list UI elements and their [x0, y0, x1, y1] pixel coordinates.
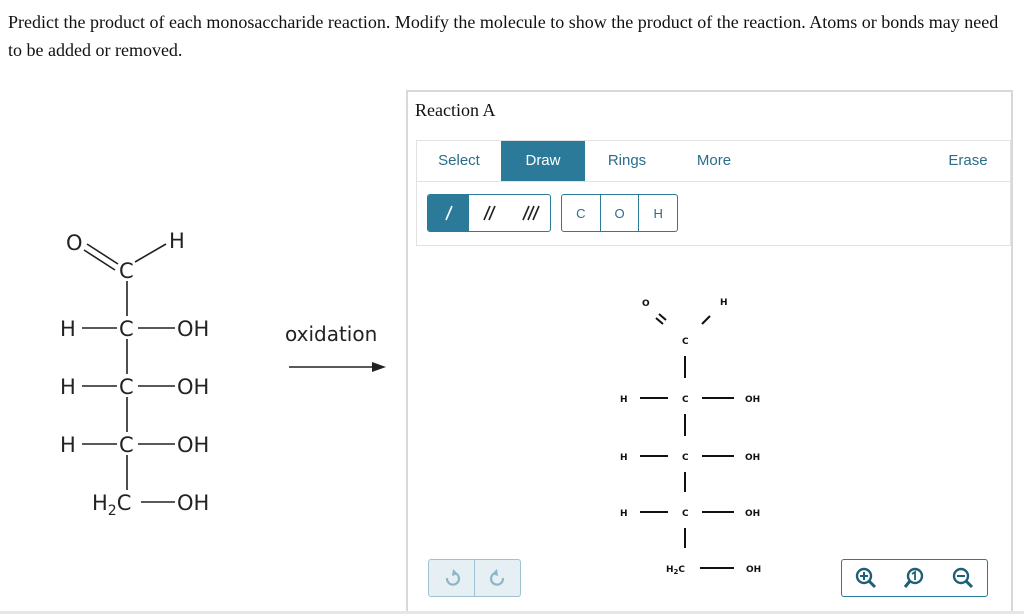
- canvas-h[interactable]: H: [620, 509, 628, 519]
- zoom-reset-button[interactable]: [890, 560, 938, 596]
- canvas-h[interactable]: H: [620, 395, 628, 405]
- redo-button[interactable]: [475, 560, 520, 596]
- canvas-hydroxyl[interactable]: OH: [745, 509, 760, 519]
- undo-icon: [445, 569, 460, 586]
- zoom-out-icon: [952, 567, 973, 589]
- zoom-in-button[interactable]: [842, 560, 890, 596]
- zoom-in-icon: [855, 567, 877, 589]
- canvas-hydrogen-1[interactable]: H: [720, 298, 728, 308]
- canvas-h[interactable]: H: [620, 453, 628, 463]
- undo-button[interactable]: [429, 560, 475, 596]
- canvas-hydroxyl[interactable]: OH: [745, 395, 760, 405]
- canvas-ch2-group[interactable]: H2C: [666, 565, 685, 576]
- canvas-oxygen[interactable]: O: [642, 299, 650, 309]
- reaction-panel: Reaction A Select Draw Rings More Erase: [406, 90, 1013, 614]
- history-controls: [428, 559, 521, 597]
- reaction-arrow: [289, 362, 386, 372]
- canvas-hydroxyl[interactable]: OH: [745, 453, 760, 463]
- canvas-hydroxyl[interactable]: OH: [746, 565, 761, 575]
- canvas-carbon[interactable]: C: [682, 453, 689, 463]
- canvas-carbon[interactable]: C: [682, 395, 689, 405]
- drawing-canvas[interactable]: O C H H C OH H C OH H C OH H2C OH: [408, 92, 1011, 612]
- zoom-out-button[interactable]: [939, 560, 987, 596]
- canvas-carbon-1[interactable]: C: [682, 337, 689, 347]
- zoom-controls: [841, 559, 988, 597]
- zoom-reset-icon: [904, 567, 924, 588]
- canvas-carbon[interactable]: C: [682, 509, 689, 519]
- redo-icon: [489, 569, 504, 586]
